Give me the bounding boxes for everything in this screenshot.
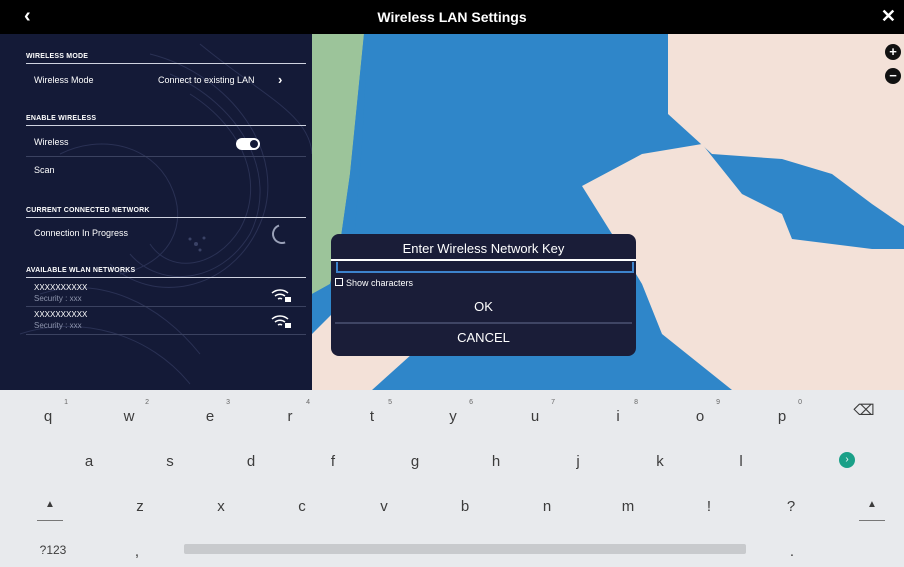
key-v[interactable]: v [364, 498, 404, 515]
key-q[interactable]: q1 [28, 399, 68, 425]
wireless-mode-label: Wireless Mode [34, 75, 94, 85]
key-k[interactable]: k [640, 453, 680, 470]
wifi-locked-icon [271, 315, 291, 328]
key-?[interactable]: ? [771, 498, 811, 515]
space-bar[interactable] [184, 544, 746, 554]
shift-key-left[interactable]: ▲ [30, 499, 70, 510]
key-p[interactable]: p0 [762, 399, 802, 425]
key-y[interactable]: y6 [433, 399, 473, 425]
dialog-separator [335, 322, 632, 324]
network-key-input[interactable] [336, 262, 634, 273]
key-w[interactable]: w2 [109, 399, 149, 425]
key-hint: 8 [634, 399, 638, 406]
close-icon[interactable]: ✕ [881, 6, 896, 26]
wifi-locked-icon [271, 289, 291, 302]
network-security: Security : xxx [34, 321, 82, 330]
divider [26, 334, 306, 335]
key-a[interactable]: a [69, 453, 109, 470]
divider [26, 306, 306, 307]
ok-button[interactable]: OK [331, 299, 636, 314]
key-u[interactable]: u7 [515, 399, 555, 425]
wireless-mode-header: WIRELESS MODE [26, 53, 306, 64]
zoom-out-icon[interactable]: − [885, 68, 901, 84]
show-characters-label: Show characters [346, 278, 414, 288]
network-ssid: XXXXXXXXXX [34, 310, 88, 319]
key-m[interactable]: m [608, 498, 648, 515]
key-z[interactable]: z [120, 498, 160, 515]
key-hint: 5 [388, 399, 392, 406]
window-title: Wireless LAN Settings [377, 9, 527, 25]
key-f[interactable]: f [313, 453, 353, 470]
key-n[interactable]: n [527, 498, 567, 515]
key-![interactable]: ! [689, 498, 729, 515]
key-t[interactable]: t5 [352, 399, 392, 425]
key-o[interactable]: o9 [680, 399, 720, 425]
key-x[interactable]: x [201, 498, 241, 515]
key-hint: 6 [469, 399, 473, 406]
symbols-key[interactable]: ?123 [33, 543, 73, 557]
backspace-key[interactable]: ⌫ [844, 401, 884, 419]
shift-key-right[interactable]: ▲ [852, 499, 892, 510]
settings-panel: WIRELESS MODE Wireless Mode Connect to e… [0, 34, 312, 390]
key-i[interactable]: i8 [598, 399, 638, 425]
wireless-mode-row[interactable]: Wireless Mode Connect to existing LAN › [34, 72, 294, 87]
connection-status: Connection In Progress [34, 228, 129, 238]
zoom-in-icon[interactable]: + [885, 44, 901, 60]
title-bar: ‹ Wireless LAN Settings ✕ [0, 0, 904, 34]
key-d[interactable]: d [231, 453, 271, 470]
enable-wireless-header: ENABLE WIRELESS [26, 115, 306, 126]
wireless-mode-value: Connect to existing LAN [158, 75, 255, 85]
on-screen-keyboard: q1 w2 e3 r4 t5 y6 u7 i8 o9 p0 a s d f g h j k l z x c v b n m!?… [0, 390, 904, 567]
current-network-header: CURRENT CONNECTED NETWORK [26, 207, 306, 218]
dialog-title: Enter Wireless Network Key [402, 241, 565, 256]
key-hint: 1 [64, 399, 68, 406]
key-b[interactable]: b [445, 498, 485, 515]
scan-label: Scan [34, 165, 55, 175]
show-characters-checkbox[interactable]: Show characters [335, 278, 413, 288]
dialog-separator [331, 259, 636, 261]
network-item[interactable]: XXXXXXXXXX Security : xxx [34, 310, 87, 330]
enter-key[interactable]: › [839, 452, 855, 468]
network-ssid: XXXXXXXXXX [34, 283, 88, 292]
shift-underline [37, 520, 63, 521]
key-c[interactable]: c [282, 498, 322, 515]
shift-underline [859, 520, 885, 521]
key-r[interactable]: r4 [270, 399, 311, 425]
available-networks-header: AVAILABLE WLAN NETWORKS [26, 267, 306, 278]
key-hint: 0 [798, 399, 802, 406]
comma-key[interactable]: , [117, 543, 157, 560]
key-e[interactable]: e3 [190, 399, 230, 425]
network-key-dialog: Enter Wireless Network Key Show characte… [331, 234, 636, 356]
key-hint: 3 [226, 399, 230, 406]
connection-row: Connection In Progress [34, 228, 294, 238]
key-l[interactable]: l [721, 453, 761, 470]
key-hint: 2 [145, 399, 149, 406]
checkbox-icon [335, 278, 343, 286]
key-s[interactable]: s [150, 453, 190, 470]
wireless-label: Wireless [34, 137, 69, 147]
divider [26, 156, 306, 157]
chevron-right-icon: › [278, 72, 283, 87]
period-key[interactable]: . [772, 543, 812, 560]
key-hint: 4 [306, 399, 310, 406]
cancel-button[interactable]: CANCEL [331, 330, 636, 345]
key-h[interactable]: h [476, 453, 516, 470]
network-item[interactable]: XXXXXXXXXX Security : xxx [34, 283, 87, 303]
scan-row[interactable]: Scan [34, 165, 294, 175]
key-j[interactable]: j [558, 453, 598, 470]
key-g[interactable]: g [395, 453, 435, 470]
network-security: Security : xxx [34, 294, 82, 303]
wireless-toggle[interactable] [236, 138, 260, 150]
key-hint: 9 [716, 399, 720, 406]
key-hint: 7 [551, 399, 555, 406]
